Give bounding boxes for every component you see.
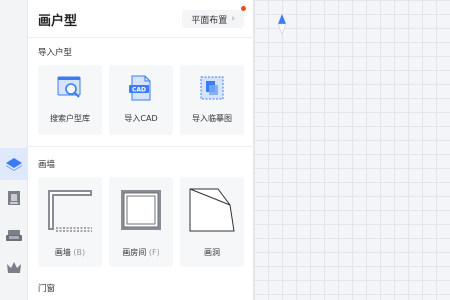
chevron-right-icon: ›: [231, 14, 235, 24]
notification-dot: [241, 6, 246, 11]
card-draw-wall[interactable]: 画墙 (B): [38, 177, 102, 267]
plan-layout-button[interactable]: 平面布置 ›: [182, 10, 244, 28]
rail-item-floorplan[interactable]: [0, 148, 28, 180]
left-rail: [0, 0, 28, 300]
section-label-import: 导入户型: [38, 48, 73, 58]
design-canvas[interactable]: [254, 0, 450, 300]
card-label: 导入临摹图: [192, 114, 232, 123]
card-draw-hole[interactable]: 画洞: [180, 177, 244, 267]
card-label: 搜索户型库: [50, 114, 90, 123]
rail-item-furniture[interactable]: [0, 220, 28, 252]
shortcut-hint: (F): [148, 248, 160, 257]
rail-item-crown[interactable]: [0, 252, 28, 284]
card-label: 画洞: [204, 248, 220, 257]
search-floorplan-icon: [38, 65, 102, 111]
rail-item-door[interactable]: [0, 182, 28, 214]
section-label-doors: 门窗: [38, 284, 56, 294]
card-label-room: 画房间 (F): [109, 247, 173, 258]
section-label-walls: 画墙: [38, 160, 56, 170]
card-label: 画墙: [54, 248, 71, 257]
card-search-floorplan[interactable]: 搜索户型库: [38, 65, 102, 135]
floorplan-icon: [5, 157, 23, 171]
section-divider: [28, 146, 254, 147]
card-draw-room[interactable]: 画房间 (F): [109, 177, 173, 267]
trace-image-icon: [180, 65, 244, 111]
compass-icon[interactable]: [277, 14, 287, 40]
card-label-wall: 画墙 (B): [38, 247, 102, 258]
floorplan-panel: 画户型 平面布置 › 导入户型 搜索户型库 CAD 导入CAD 导入临摹图 画墙…: [28, 0, 254, 300]
door-icon: [7, 190, 21, 206]
draw-wall-icon: [38, 177, 102, 243]
card-import-cad[interactable]: CAD 导入CAD: [109, 65, 173, 135]
cad-file-icon: CAD: [109, 65, 173, 111]
draw-hole-icon: [180, 177, 244, 243]
draw-room-icon: [109, 177, 173, 243]
crown-icon: [6, 261, 22, 275]
cad-badge-text: CAD: [132, 86, 146, 93]
shortcut-hint: (B): [73, 248, 86, 257]
furniture-sofa-icon: [6, 229, 22, 243]
panel-header: 画户型 平面布置 ›: [28, 0, 254, 38]
plan-layout-label: 平面布置: [191, 15, 228, 26]
panel-title: 画户型: [38, 14, 78, 29]
card-import-trace[interactable]: 导入临摹图: [180, 65, 244, 135]
card-label: 画房间: [122, 248, 147, 257]
card-label: 导入CAD: [124, 114, 158, 123]
